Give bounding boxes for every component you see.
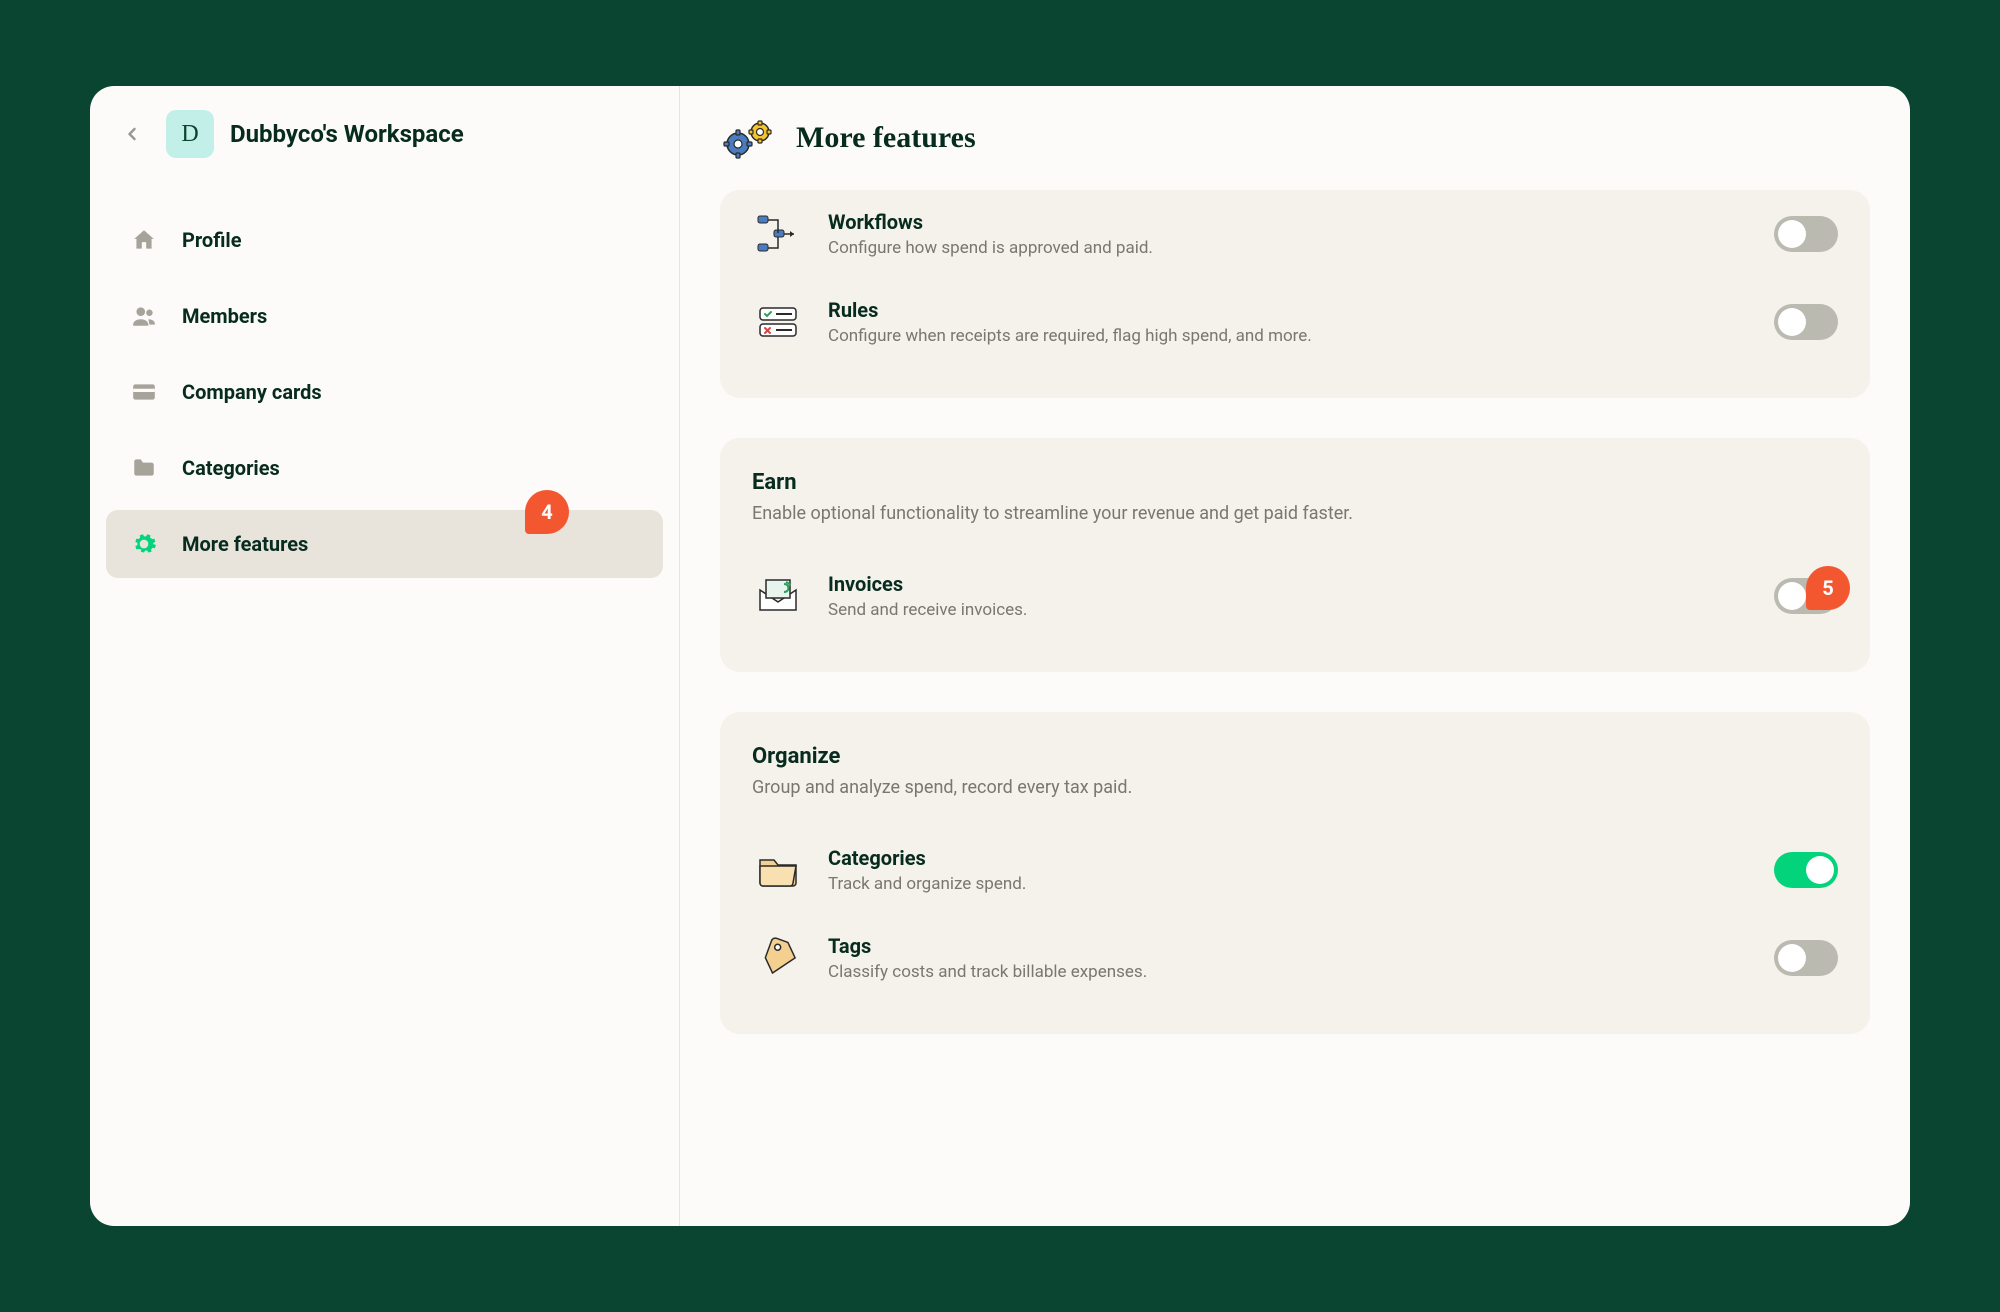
section-desc: Enable optional functionality to streaml… bbox=[752, 503, 1838, 524]
feature-text: Invoices Send and receive invoices. bbox=[828, 572, 1750, 620]
main-header: More features bbox=[680, 86, 1910, 190]
invoices-icon bbox=[752, 570, 804, 622]
feature-rules: Rules Configure when receipts are requir… bbox=[752, 278, 1838, 366]
feature-desc: Configure how spend is approved and paid… bbox=[828, 238, 1750, 258]
toggle-invoices[interactable]: 5 bbox=[1774, 578, 1838, 614]
sidebar-header: D Dubbyco's Workspace bbox=[90, 110, 679, 182]
feature-title: Workflows bbox=[828, 210, 1750, 234]
rules-icon bbox=[752, 296, 804, 348]
sidebar-item-more-features[interactable]: More features 4 bbox=[106, 510, 663, 578]
nav-list: Profile Members Company cards Categories bbox=[90, 182, 679, 578]
toggle-categories[interactable] bbox=[1774, 852, 1838, 888]
annotation-badge-5: 5 bbox=[1806, 566, 1850, 610]
gears-icon bbox=[720, 110, 776, 166]
feature-desc: Classify costs and track billable expens… bbox=[828, 962, 1750, 982]
sidebar-item-members[interactable]: Members bbox=[106, 282, 663, 350]
app-window: D Dubbyco's Workspace Profile Members bbox=[90, 86, 1910, 1226]
feature-text: Workflows Configure how spend is approve… bbox=[828, 210, 1750, 258]
main-content: Workflows Configure how spend is approve… bbox=[680, 190, 1910, 1226]
section-earn: Earn Enable optional functionality to st… bbox=[720, 438, 1870, 672]
sidebar-item-label: Profile bbox=[182, 228, 242, 252]
feature-text: Tags Classify costs and track billable e… bbox=[828, 934, 1750, 982]
toggle-rules[interactable] bbox=[1774, 304, 1838, 340]
sidebar-item-categories[interactable]: Categories bbox=[106, 434, 663, 502]
sidebar-item-company-cards[interactable]: Company cards bbox=[106, 358, 663, 426]
home-icon bbox=[130, 226, 158, 254]
feature-categories: Categories Track and organize spend. bbox=[752, 826, 1838, 914]
annotation-badge-4: 4 bbox=[525, 490, 569, 534]
feature-workflows: Workflows Configure how spend is approve… bbox=[752, 190, 1838, 278]
feature-invoices: Invoices Send and receive invoices. 5 bbox=[752, 552, 1838, 640]
feature-tags: Tags Classify costs and track billable e… bbox=[752, 914, 1838, 1002]
folder-icon bbox=[130, 454, 158, 482]
sidebar-item-label: Categories bbox=[182, 456, 280, 480]
categories-folder-icon bbox=[752, 844, 804, 896]
section-spend: Workflows Configure how spend is approve… bbox=[720, 190, 1870, 398]
feature-text: Categories Track and organize spend. bbox=[828, 846, 1750, 894]
feature-text: Rules Configure when receipts are requir… bbox=[828, 298, 1750, 346]
main-panel: More features Workf bbox=[680, 86, 1910, 1226]
chevron-left-icon bbox=[122, 124, 142, 144]
sidebar: D Dubbyco's Workspace Profile Members bbox=[90, 86, 680, 1226]
section-title: Earn bbox=[752, 470, 1838, 495]
workspace-avatar: D bbox=[166, 110, 214, 158]
members-icon bbox=[130, 302, 158, 330]
feature-title: Categories bbox=[828, 846, 1750, 870]
sidebar-item-label: Members bbox=[182, 304, 267, 328]
workspace-title: Dubbyco's Workspace bbox=[230, 120, 464, 148]
section-desc: Group and analyze spend, record every ta… bbox=[752, 777, 1838, 798]
feature-title: Tags bbox=[828, 934, 1750, 958]
sidebar-item-label: Company cards bbox=[182, 380, 322, 404]
toggle-tags[interactable] bbox=[1774, 940, 1838, 976]
feature-title: Invoices bbox=[828, 572, 1750, 596]
back-button[interactable] bbox=[114, 116, 150, 152]
section-title: Organize bbox=[752, 744, 1838, 769]
feature-desc: Track and organize spend. bbox=[828, 874, 1750, 894]
feature-desc: Send and receive invoices. bbox=[828, 600, 1750, 620]
sidebar-item-label: More features bbox=[182, 532, 308, 556]
feature-title: Rules bbox=[828, 298, 1750, 322]
card-icon bbox=[130, 378, 158, 406]
sidebar-item-profile[interactable]: Profile bbox=[106, 206, 663, 274]
feature-desc: Configure when receipts are required, fl… bbox=[828, 326, 1750, 346]
tags-icon bbox=[752, 932, 804, 984]
toggle-workflows[interactable] bbox=[1774, 216, 1838, 252]
workflows-icon bbox=[752, 208, 804, 260]
page-title: More features bbox=[796, 121, 976, 155]
gear-icon bbox=[130, 530, 158, 558]
section-organize: Organize Group and analyze spend, record… bbox=[720, 712, 1870, 1034]
